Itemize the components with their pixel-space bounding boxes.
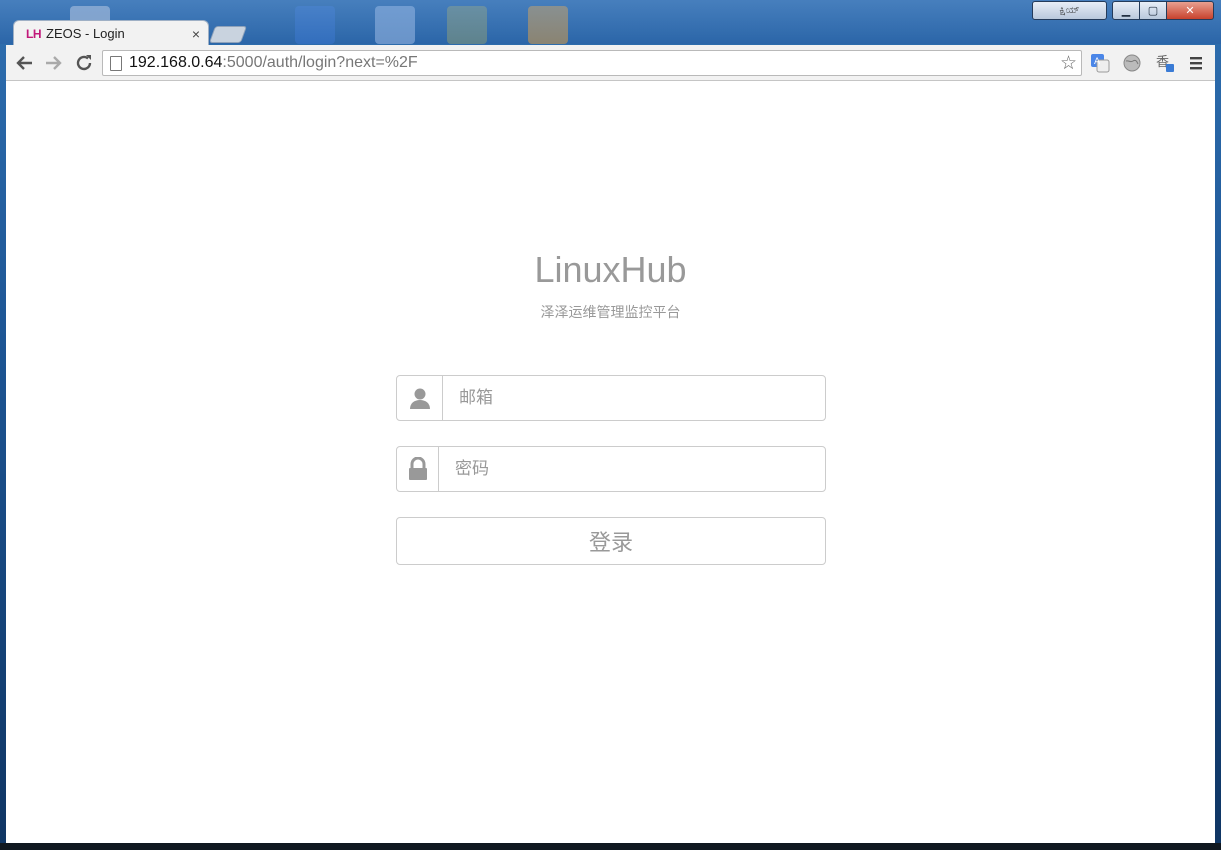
- minimize-icon: ▁: [1121, 5, 1131, 17]
- taskbar-edge: [0, 843, 1221, 850]
- menu-icon: [1190, 57, 1202, 70]
- globe-icon: [1123, 54, 1141, 72]
- browser-tab[interactable]: LH ZEOS - Login ×: [13, 20, 209, 46]
- browser-window: ಕ್ಷಿಯ್ ▁ ▢ ✕ LH ZEOS - Login × 192.168.0…: [0, 0, 1221, 850]
- star-icon[interactable]: ☆: [1060, 52, 1077, 75]
- globe-button[interactable]: [1121, 52, 1143, 74]
- extension-icon: 香: [1156, 55, 1174, 72]
- tab-close-button[interactable]: ×: [192, 26, 200, 42]
- user-icon: [409, 388, 430, 409]
- new-tab-button[interactable]: [208, 26, 248, 43]
- page-viewport: LinuxHub 泽泽运维管理监控平台 登录: [6, 81, 1215, 843]
- tab-title: ZEOS - Login: [46, 26, 125, 41]
- svg-text:A: A: [1094, 57, 1101, 67]
- email-field[interactable]: [443, 376, 825, 420]
- password-input-group: [396, 446, 826, 492]
- url-text: 192.168.0.64:5000/auth/login?next=%2F: [129, 54, 418, 72]
- close-window-button[interactable]: ✕: [1167, 1, 1214, 20]
- password-addon: [397, 447, 439, 491]
- page-icon: [110, 55, 122, 71]
- maximize-icon: ▢: [1147, 5, 1159, 17]
- page-title: LinuxHub: [534, 249, 687, 290]
- page-subtitle: 泽泽运维管理监控平台: [540, 305, 681, 321]
- forward-button[interactable]: [42, 51, 66, 75]
- extension-button[interactable]: 香: [1154, 52, 1176, 74]
- forward-arrow-icon: [46, 56, 62, 70]
- profile-button[interactable]: ಕ್ಷಿಯ್: [1032, 1, 1107, 20]
- browser-toolbar: 192.168.0.64:5000/auth/login?next=%2F ☆ …: [6, 45, 1215, 81]
- window-controls: ▁ ▢ ✕: [1112, 1, 1214, 20]
- url-path: :5000/auth/login?next=%2F: [222, 54, 418, 71]
- login-button[interactable]: 登录: [396, 517, 826, 565]
- password-field[interactable]: [439, 447, 825, 491]
- menu-button[interactable]: [1185, 52, 1207, 74]
- back-arrow-icon: [16, 56, 32, 70]
- back-button[interactable]: [12, 51, 36, 75]
- favicon-icon: LH: [26, 26, 42, 41]
- maximize-button[interactable]: ▢: [1140, 1, 1167, 20]
- translate-icon: A: [1091, 54, 1110, 73]
- translate-button[interactable]: A: [1089, 52, 1111, 74]
- reload-icon: [76, 55, 92, 71]
- address-bar[interactable]: 192.168.0.64:5000/auth/login?next=%2F ☆: [102, 50, 1082, 76]
- close-icon: ✕: [1185, 5, 1195, 17]
- email-input-group: [396, 375, 826, 421]
- minimize-button[interactable]: ▁: [1112, 1, 1140, 20]
- email-addon: [397, 376, 443, 420]
- url-host: 192.168.0.64: [129, 54, 223, 71]
- lock-icon: [408, 457, 427, 480]
- reload-button[interactable]: [72, 51, 96, 75]
